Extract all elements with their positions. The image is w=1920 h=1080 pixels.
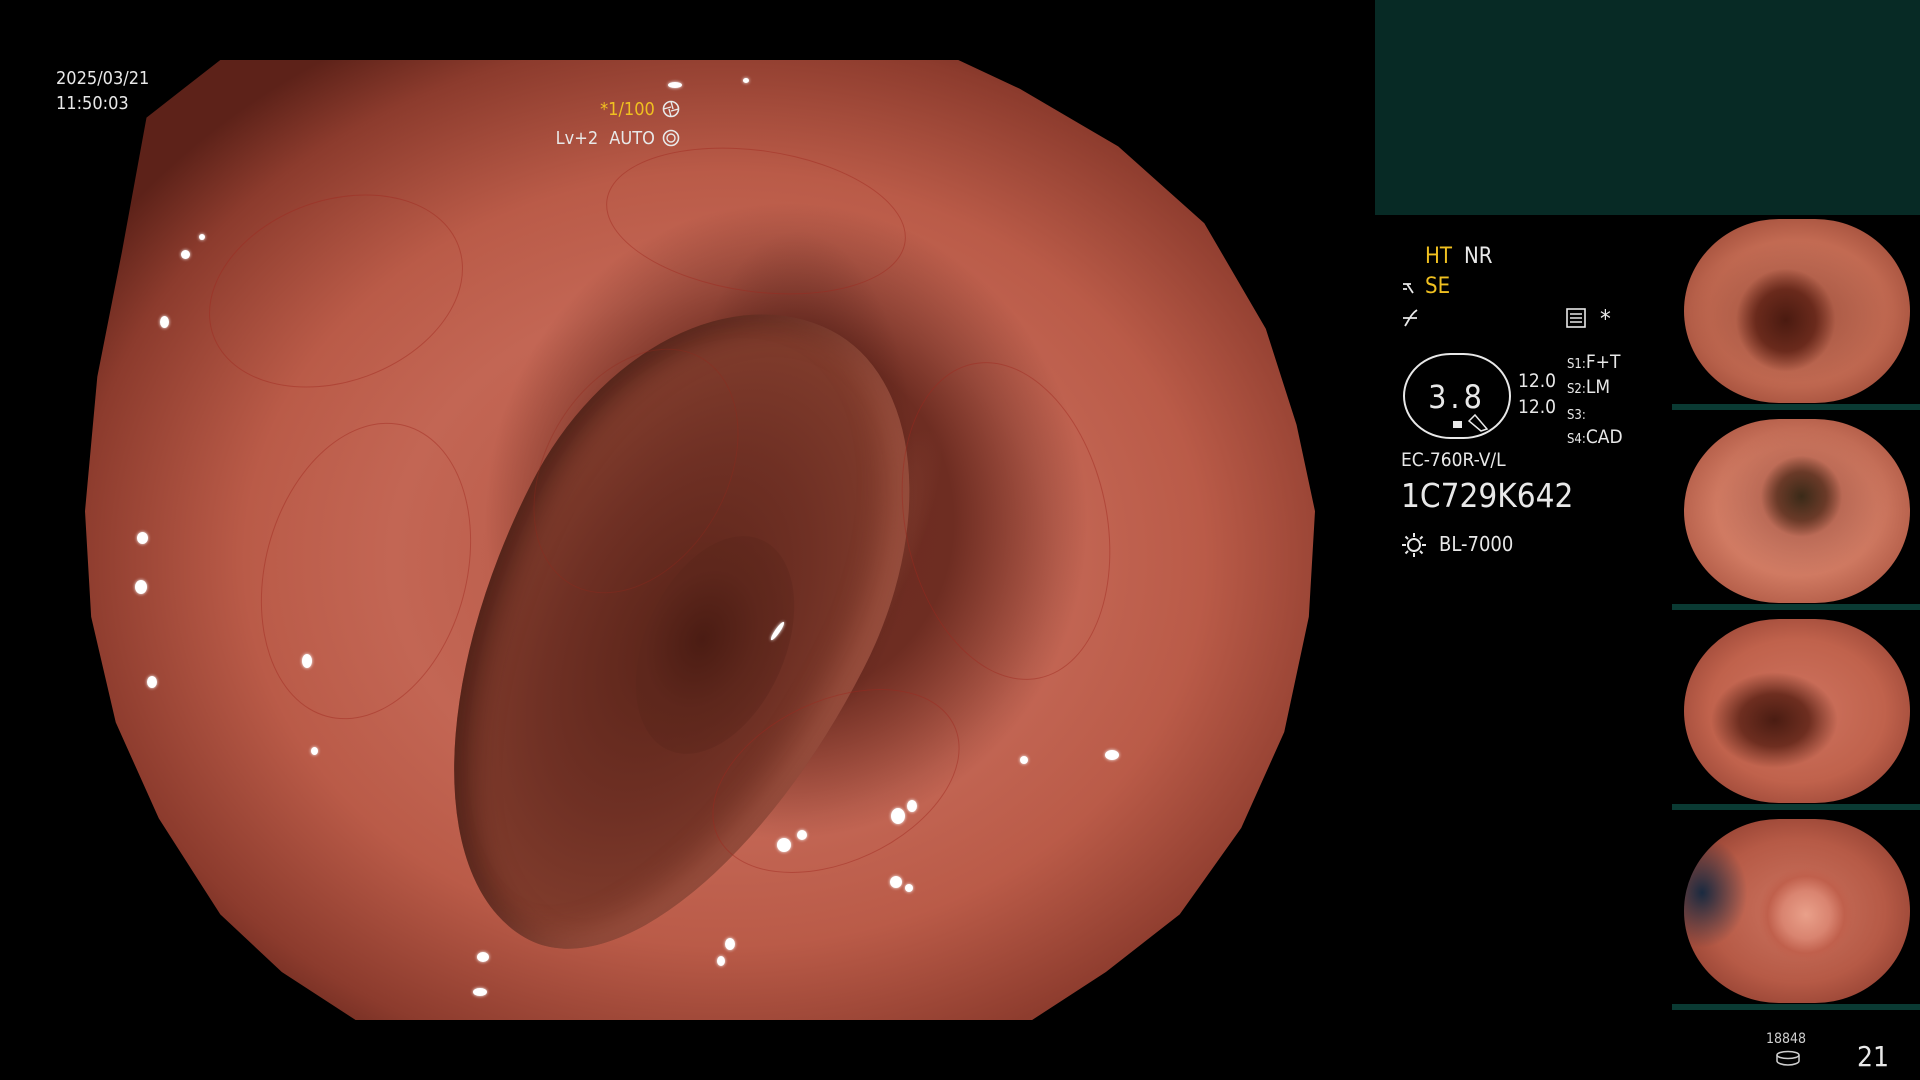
thumbnail-bar — [1672, 804, 1920, 810]
captured-thumbnail[interactable] — [1672, 815, 1920, 1010]
vessel — [596, 129, 916, 313]
date-text: 2025/03/21 — [56, 68, 150, 89]
captured-thumbnail[interactable] — [1672, 215, 1920, 410]
specular-highlight — [199, 234, 205, 240]
specular-highlight — [907, 800, 917, 812]
thumbnail-bar — [1672, 404, 1920, 410]
switch-s2-value: LM — [1585, 376, 1611, 398]
thumbnail-image — [1684, 419, 1910, 603]
specular-highlight — [1105, 750, 1119, 760]
thumbnail-bar — [1672, 604, 1920, 610]
enhance-icon — [1403, 283, 1414, 294]
switch-s4-value: CAD — [1585, 426, 1623, 448]
switch-s1: S1:F+T — [1567, 351, 1621, 373]
level-value: Lv+2 — [555, 128, 599, 149]
scope-tip-icon — [1467, 413, 1489, 432]
info-display-box — [1375, 0, 1920, 215]
capture-count: 21 — [1857, 1040, 1890, 1073]
endoscopy-monitor: 2025/03/21 11:50:03 *1/100 Lv+2 AUTO HT … — [0, 0, 1920, 1080]
bending-gauge: 3.8 — [1403, 353, 1511, 439]
endoscope-live-image — [85, 60, 1315, 1020]
specular-highlight — [668, 82, 682, 88]
se-indicator: SE — [1425, 274, 1451, 299]
storage-disk-icon — [1776, 1050, 1800, 1066]
specular-highlight — [1020, 756, 1028, 764]
time-text: 11:50:03 — [56, 93, 129, 114]
specular-highlight — [160, 316, 169, 328]
aperture-icon — [662, 100, 680, 118]
shutter-indicator: *1/100 — [600, 100, 680, 119]
iris-icon — [662, 129, 680, 147]
switch-s3: S3: — [1567, 408, 1586, 423]
specular-highlight — [743, 78, 749, 83]
shutter-speed: *1/100 — [600, 99, 655, 120]
light-source-model: BL-7000 — [1439, 532, 1514, 556]
specular-highlight — [135, 580, 147, 594]
switch-s4-label: S4 — [1567, 432, 1582, 447]
specular-highlight — [777, 838, 791, 852]
nr-indicator: NR — [1464, 244, 1493, 269]
switch-s1-value: F+T — [1585, 351, 1621, 373]
specular-highlight — [147, 676, 157, 688]
date-time-display: 2025/03/21 11:50:03 — [56, 66, 149, 116]
specular-highlight — [302, 654, 312, 668]
brightness-level-indicator: Lv+2 AUTO — [556, 129, 680, 148]
scope-model: EC-760R-V/L — [1401, 449, 1506, 471]
ht-indicator: HT — [1425, 244, 1452, 269]
captured-images-strip — [1672, 215, 1920, 1015]
thumbnail-bar — [1672, 1004, 1920, 1010]
menu-icon — [1566, 308, 1586, 328]
captured-thumbnail[interactable] — [1672, 415, 1920, 610]
light-source-icon — [1402, 533, 1426, 557]
specular-highlight — [905, 884, 913, 892]
specular-highlight — [311, 747, 318, 755]
vessel — [181, 160, 491, 422]
storage-count: 18848 — [1766, 1031, 1807, 1047]
processor-settings-panel: HT NR SE * 3.8 12.0 12.0 S1:F+T S2:LM S3… — [1395, 235, 1675, 575]
gauge-value: 3.8 — [1428, 378, 1486, 416]
switch-s3-label: S3 — [1567, 408, 1582, 423]
specular-highlight — [717, 956, 725, 966]
specular-highlight — [725, 938, 735, 950]
specular-highlight — [797, 830, 807, 840]
switch-s1-label: S1 — [1567, 357, 1582, 372]
dial-bottom-value: 12.0 — [1518, 396, 1557, 418]
specular-highlight — [890, 876, 902, 888]
freeze-icon — [1403, 309, 1418, 327]
thumbnail-image — [1684, 619, 1910, 803]
specular-highlight — [473, 988, 487, 996]
specular-highlight — [137, 532, 148, 544]
switch-s2-label: S2 — [1567, 382, 1582, 397]
specular-highlight — [477, 952, 489, 962]
specular-highlight — [891, 808, 905, 824]
thumbnail-image — [1684, 819, 1910, 1003]
scope-serial: 1C729K642 — [1401, 476, 1574, 515]
specular-highlight — [181, 250, 190, 259]
captured-thumbnail[interactable] — [1672, 615, 1920, 810]
asterisk-indicator: * — [1600, 305, 1611, 333]
gauge-marker — [1453, 421, 1462, 428]
iris-mode: AUTO — [609, 128, 655, 149]
dial-top-value: 12.0 — [1518, 370, 1557, 392]
switch-s2: S2:LM — [1567, 376, 1611, 398]
thumbnail-image — [1684, 219, 1910, 403]
switch-s4: S4:CAD — [1567, 426, 1623, 448]
